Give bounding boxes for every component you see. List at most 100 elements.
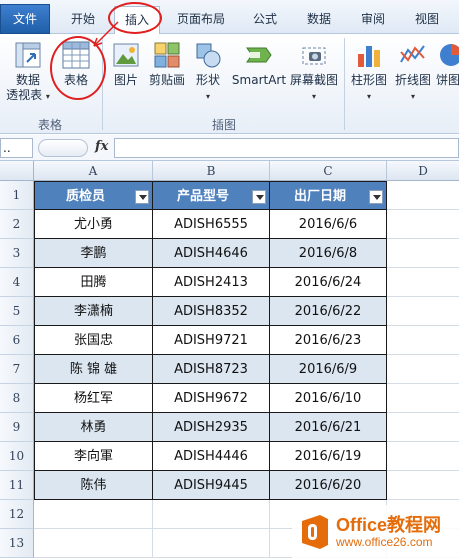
table-cell[interactable]: 林勇 xyxy=(34,413,153,442)
grid-cell[interactable] xyxy=(387,297,459,326)
table-header-label: 出厂日期 xyxy=(293,189,346,204)
pivot-table-button[interactable]: 数据 透视表 ▾ xyxy=(4,40,52,104)
filter-dropdown-icon[interactable] xyxy=(369,190,383,204)
table-cell[interactable]: 李向軍 xyxy=(34,442,153,471)
group-separator xyxy=(344,38,345,130)
tab-file[interactable]: 文件 xyxy=(0,4,50,34)
table-cell[interactable]: 李潇楠 xyxy=(34,297,153,326)
column-chart-button[interactable]: 柱形图 ▾ xyxy=(348,40,390,104)
table-cell[interactable]: 2016/6/23 xyxy=(270,326,387,355)
table-cell[interactable]: ADISH9721 xyxy=(153,326,270,355)
grid-cell[interactable] xyxy=(387,413,459,442)
grid-cell[interactable] xyxy=(387,471,459,500)
tab-page-layout[interactable]: 页面布局 xyxy=(168,6,234,34)
grid-cell[interactable] xyxy=(34,529,153,558)
table-cell[interactable]: ADISH8352 xyxy=(153,297,270,326)
tab-view[interactable]: 视图 xyxy=(404,6,450,34)
table-cell[interactable]: 陈 锦 雄 xyxy=(34,355,153,384)
table-cell[interactable]: ADISH9672 xyxy=(153,384,270,413)
table-cell[interactable]: ADISH2413 xyxy=(153,268,270,297)
row-header[interactable]: 4 xyxy=(0,268,34,297)
table-cell[interactable]: 2016/6/8 xyxy=(270,239,387,268)
line-chart-button[interactable]: 折线图 ▾ xyxy=(392,40,434,104)
column-header-d[interactable]: D xyxy=(387,161,459,181)
row-header[interactable]: 7 xyxy=(0,355,34,384)
column-header-b[interactable]: B xyxy=(153,161,270,181)
tab-formulas[interactable]: 公式 xyxy=(242,6,288,34)
name-box[interactable]: .. xyxy=(0,138,33,158)
shapes-button[interactable]: 形状 ▾ xyxy=(190,40,226,104)
formula-input[interactable] xyxy=(114,138,459,158)
row-header[interactable]: 5 xyxy=(0,297,34,326)
table-cell[interactable]: 2016/6/10 xyxy=(270,384,387,413)
clipart-button[interactable]: 剪贴画 xyxy=(146,40,188,88)
column-chart-label: 柱形图 xyxy=(350,73,387,87)
table-header-label: 产品型号 xyxy=(176,189,229,204)
column-header-a[interactable]: A xyxy=(34,161,153,181)
tab-data[interactable]: 数据 xyxy=(296,6,342,34)
table-cell[interactable]: 田腾 xyxy=(34,268,153,297)
grid-cell[interactable] xyxy=(387,355,459,384)
pie-chart-button[interactable]: 饼图 xyxy=(436,40,459,88)
shapes-label: 形状 xyxy=(195,73,220,87)
row-header[interactable]: 11 xyxy=(0,471,34,500)
clipart-icon xyxy=(154,42,180,68)
table-cell[interactable]: 2016/6/22 xyxy=(270,297,387,326)
grid-cell[interactable] xyxy=(387,326,459,355)
table-cell[interactable]: 2016/6/9 xyxy=(270,355,387,384)
grid-cell[interactable] xyxy=(387,384,459,413)
watermark: Office教程网 www.office26.com xyxy=(292,505,459,559)
row-header[interactable]: 8 xyxy=(0,384,34,413)
group-label-illustrations: 插图 xyxy=(211,118,236,132)
table-cell[interactable]: ADISH6555 xyxy=(153,210,270,239)
filter-dropdown-icon[interactable] xyxy=(135,190,149,204)
table-header-cell[interactable]: 产品型号 xyxy=(153,181,270,210)
picture-label: 图片 xyxy=(113,73,138,87)
row-header[interactable]: 1 xyxy=(0,181,34,210)
grid-cell[interactable] xyxy=(387,210,459,239)
insert-function-icon[interactable]: fx xyxy=(95,139,108,154)
row-header[interactable]: 3 xyxy=(0,239,34,268)
table-cell[interactable]: 2016/6/20 xyxy=(270,471,387,500)
grid-cell[interactable] xyxy=(387,442,459,471)
row-header[interactable]: 2 xyxy=(0,210,34,239)
table-cell[interactable]: 2016/6/21 xyxy=(270,413,387,442)
filter-dropdown-icon[interactable] xyxy=(252,190,266,204)
grid-cell[interactable] xyxy=(153,500,270,529)
grid-cell[interactable] xyxy=(387,268,459,297)
smartart-label: SmartArt xyxy=(231,73,287,87)
row-header[interactable]: 10 xyxy=(0,442,34,471)
line-chart-icon xyxy=(400,45,425,63)
column-header-c[interactable]: C xyxy=(270,161,387,181)
tab-review[interactable]: 审阅 xyxy=(350,6,396,34)
row-header[interactable]: 6 xyxy=(0,326,34,355)
table-cell[interactable]: ADISH4646 xyxy=(153,239,270,268)
table-cell[interactable]: 2016/6/24 xyxy=(270,268,387,297)
screenshot-button[interactable]: 屏幕截图 ▾ xyxy=(288,40,340,104)
grid-cell[interactable] xyxy=(153,529,270,558)
grid-cell[interactable] xyxy=(34,500,153,529)
row-header[interactable]: 9 xyxy=(0,413,34,442)
table-cell[interactable]: ADISH9445 xyxy=(153,471,270,500)
smartart-button[interactable]: SmartArt xyxy=(230,40,288,88)
table-cell[interactable]: 2016/6/6 xyxy=(270,210,387,239)
row-header[interactable]: 12 xyxy=(0,500,34,529)
table-header-cell[interactable]: 出厂日期 xyxy=(270,181,387,210)
table-cell[interactable]: ADISH4446 xyxy=(153,442,270,471)
formula-controls[interactable] xyxy=(38,139,88,157)
ribbon-tab-bar: 文件 开始 插入 页面布局 公式 数据 审阅 视图 xyxy=(0,0,459,35)
table-cell[interactable]: ADISH8723 xyxy=(153,355,270,384)
row-header[interactable]: 13 xyxy=(0,529,34,558)
table-cell[interactable]: ADISH2935 xyxy=(153,413,270,442)
table-cell[interactable]: 陈伟 xyxy=(34,471,153,500)
grid-cell[interactable] xyxy=(387,239,459,268)
table-cell[interactable]: 2016/6/19 xyxy=(270,442,387,471)
table-cell[interactable]: 李鹏 xyxy=(34,239,153,268)
table-header-cell[interactable]: 质检员 xyxy=(34,181,153,210)
select-all-corner[interactable] xyxy=(0,161,34,181)
table-cell[interactable]: 尤小勇 xyxy=(34,210,153,239)
table-cell[interactable]: 张国忠 xyxy=(34,326,153,355)
formula-bar: .. fx xyxy=(0,135,459,161)
table-cell[interactable]: 杨红军 xyxy=(34,384,153,413)
grid-cell[interactable] xyxy=(387,181,459,210)
